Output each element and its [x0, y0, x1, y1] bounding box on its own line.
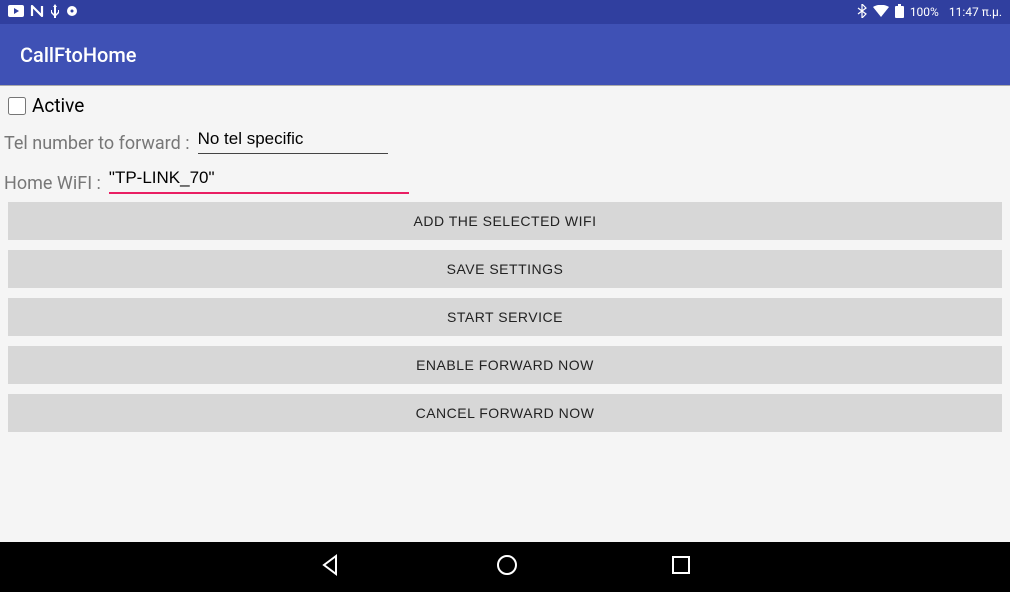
- add-wifi-button[interactable]: ADD THE SELECTED WIFI: [8, 202, 1002, 240]
- wifi-input[interactable]: [109, 166, 409, 194]
- tel-input[interactable]: [198, 127, 388, 154]
- status-bar: 100% 11:47 π.μ.: [0, 0, 1010, 24]
- main-content: Active Tel number to forward : Home WiFI…: [0, 86, 1010, 542]
- disc-icon: [66, 5, 78, 20]
- recent-icon[interactable]: [670, 554, 692, 580]
- start-service-button[interactable]: START SERVICE: [8, 298, 1002, 336]
- usb-icon: [50, 4, 60, 21]
- cancel-forward-button[interactable]: CANCEL FORWARD NOW: [8, 394, 1002, 432]
- bluetooth-icon: [857, 4, 867, 21]
- app-title: CallFtoHome: [20, 43, 137, 67]
- wifi-label: Home WiFI :: [4, 173, 101, 194]
- app-bar: CallFtoHome: [0, 24, 1010, 86]
- back-icon[interactable]: [318, 552, 344, 582]
- save-settings-button[interactable]: SAVE SETTINGS: [8, 250, 1002, 288]
- navigation-bar: [0, 542, 1010, 592]
- home-icon[interactable]: [494, 552, 520, 582]
- youtube-icon: [8, 5, 24, 20]
- active-label: Active: [32, 94, 84, 117]
- clock: 11:47 π.μ.: [949, 5, 1002, 19]
- active-checkbox[interactable]: [8, 97, 26, 115]
- tel-label: Tel number to forward :: [4, 133, 190, 154]
- n-icon: [30, 5, 44, 20]
- enable-forward-button[interactable]: ENABLE FORWARD NOW: [8, 346, 1002, 384]
- wifi-icon: [873, 5, 889, 20]
- battery-percent: 100%: [910, 5, 939, 19]
- battery-icon: [895, 4, 904, 21]
